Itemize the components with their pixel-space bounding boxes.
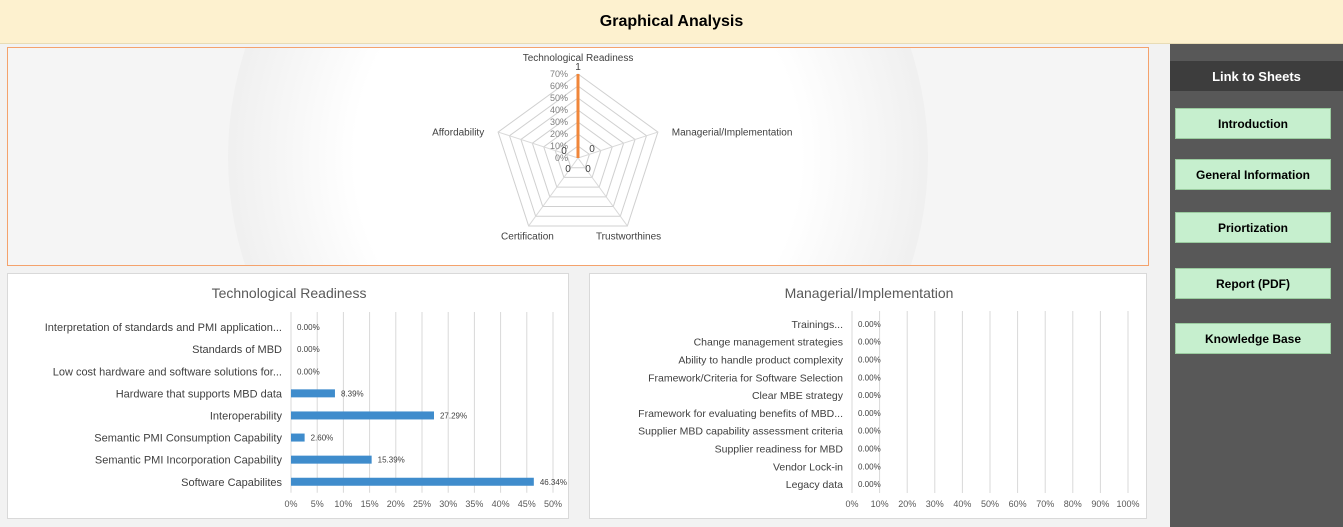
managerial-bar-chart: Managerial/Implementation 0% 10% 20% 30% 40% 5… <box>638 285 1139 509</box>
bar-data-label: 0.00% <box>858 338 881 347</box>
x-tick-label: 50% <box>981 499 999 509</box>
category-label: Legacy data <box>786 479 843 491</box>
radar-chart-panel: 0% 10% 20% 30% 40% 50% 60% 70% Technological Rea… <box>7 47 1149 266</box>
bar <box>291 455 372 464</box>
x-tick-label: 10% <box>871 499 889 509</box>
x-tick-label: 50% <box>544 499 562 509</box>
x-tick-label: 0% <box>845 499 858 509</box>
x-tick-label: 60% <box>1009 499 1027 509</box>
radar-tick-label: 30% <box>550 117 568 127</box>
category-label: Framework for evaluating benefits of MBD… <box>638 408 843 420</box>
bar <box>291 411 434 420</box>
radar-tick-label: 70% <box>550 69 568 79</box>
category-label: Change management strategies <box>694 337 843 349</box>
x-tick-label: 80% <box>1064 499 1082 509</box>
x-tick-label: 15% <box>361 499 379 509</box>
category-label: Supplier MBD capability assessment crite… <box>638 426 843 438</box>
x-tick-label: 100% <box>1116 499 1139 509</box>
bar-data-label: 0.00% <box>858 356 881 365</box>
x-tick-label: 5% <box>311 499 324 509</box>
bar-data-label: 0.00% <box>858 391 881 400</box>
radar-axis-label: Certification <box>501 232 554 243</box>
managerial-chart-box: Managerial/Implementation 0% 10% 20% 30% 40% 5… <box>589 273 1147 519</box>
radar-data-label: 0 <box>585 164 591 175</box>
category-label: Standards of MBD <box>192 344 282 356</box>
category-label: Trainings... <box>791 319 843 331</box>
x-tick-label: 70% <box>1036 499 1054 509</box>
x-tick-label: 30% <box>439 499 457 509</box>
page-title: Graphical Analysis <box>599 12 744 30</box>
x-tick-label: 35% <box>465 499 483 509</box>
radar-data-label: 1 <box>575 62 581 73</box>
category-label: Vendor Lock-in <box>773 461 843 473</box>
x-tick-label: 45% <box>518 499 536 509</box>
bar-data-label: 8.39% <box>341 389 364 398</box>
radar-axis-label: Trustworthines <box>596 232 661 243</box>
x-tick-label: 30% <box>926 499 944 509</box>
bar-data-label: 0.00% <box>858 445 881 454</box>
bar-data-label: 27.29% <box>440 411 467 420</box>
bar-data-label: 0.00% <box>297 323 320 332</box>
bar-data-label: 15.39% <box>378 456 405 465</box>
x-tick-label: 10% <box>334 499 352 509</box>
sidebar: Link to Sheets Introduction General Info… <box>1170 44 1343 527</box>
bar-data-label: 0.00% <box>297 367 320 376</box>
x-tick-label: 40% <box>492 499 510 509</box>
x-tick-label: 90% <box>1091 499 1109 509</box>
category-label: Clear MBE strategy <box>752 390 844 402</box>
bar <box>291 477 534 486</box>
bar-data-label: 0.00% <box>297 345 320 354</box>
radar-axis-label: Affordability <box>432 127 484 138</box>
radar-chart: 0%10%20%30%40%50%60%70%Technological Rea… <box>432 53 793 243</box>
category-label: Low cost hardware and software solutions… <box>53 366 282 378</box>
tech-readiness-chart-box: Technological Readiness 0% 5% 10% 15% 20% 25% 3… <box>7 273 569 519</box>
introduction-button[interactable]: Introduction <box>1175 108 1331 139</box>
category-label: Semantic PMI Incorporation Capability <box>95 455 283 467</box>
radar-data-label: 0 <box>589 144 595 155</box>
x-tick-label: 20% <box>898 499 916 509</box>
bar-data-label: 0.00% <box>858 480 881 489</box>
radar-axis-label: Managerial/Implementation <box>672 127 793 138</box>
bar-data-label: 0.00% <box>858 427 881 436</box>
radar-data-label: 0 <box>565 164 571 175</box>
bar-data-label: 2.60% <box>311 434 334 443</box>
knowledge-base-button[interactable]: Knowledge Base <box>1175 323 1331 354</box>
x-tick-label: 0% <box>284 499 297 509</box>
radar-tick-label: 60% <box>550 81 568 91</box>
category-label: Interpretation of standards and PMI appl… <box>45 322 282 334</box>
category-label: Software Capabilites <box>181 477 282 489</box>
category-label: Supplier readiness for MBD <box>715 444 844 456</box>
title-bar: Graphical Analysis <box>0 0 1343 44</box>
priortization-button[interactable]: Priortization <box>1175 212 1331 243</box>
category-label: Framework/Criteria for Software Selectio… <box>648 372 843 384</box>
sidebar-title: Link to Sheets <box>1170 61 1343 91</box>
radar-tick-label: 40% <box>550 105 568 115</box>
category-label: Semantic PMI Consumption Capability <box>94 433 282 445</box>
bar-data-label: 0.00% <box>858 409 881 418</box>
tech-readiness-bar-chart: Technological Readiness 0% 5% 10% 15% 20% 25% 3… <box>45 285 567 509</box>
x-tick-label: 20% <box>387 499 405 509</box>
bar-data-label: 46.34% <box>540 478 567 487</box>
category-label: Hardware that supports MBD data <box>116 388 283 400</box>
bar-data-label: 0.00% <box>858 320 881 329</box>
radar-data-label: 0 <box>561 146 567 157</box>
report-pdf-button[interactable]: Report (PDF) <box>1175 268 1331 299</box>
radar-tick-label: 50% <box>550 93 568 103</box>
general-information-button[interactable]: General Information <box>1175 159 1331 190</box>
x-tick-label: 40% <box>953 499 971 509</box>
bar-data-label: 0.00% <box>858 373 881 382</box>
radar-tick-label: 20% <box>550 129 568 139</box>
chart-title: Managerial/Implementation <box>785 285 954 301</box>
category-label: Interoperability <box>210 410 283 422</box>
bar <box>291 389 335 398</box>
bar-data-label: 0.00% <box>858 462 881 471</box>
chart-title: Technological Readiness <box>212 285 367 301</box>
bar <box>291 433 305 442</box>
x-tick-label: 25% <box>413 499 431 509</box>
category-label: Ability to handle product complexity <box>678 355 843 367</box>
